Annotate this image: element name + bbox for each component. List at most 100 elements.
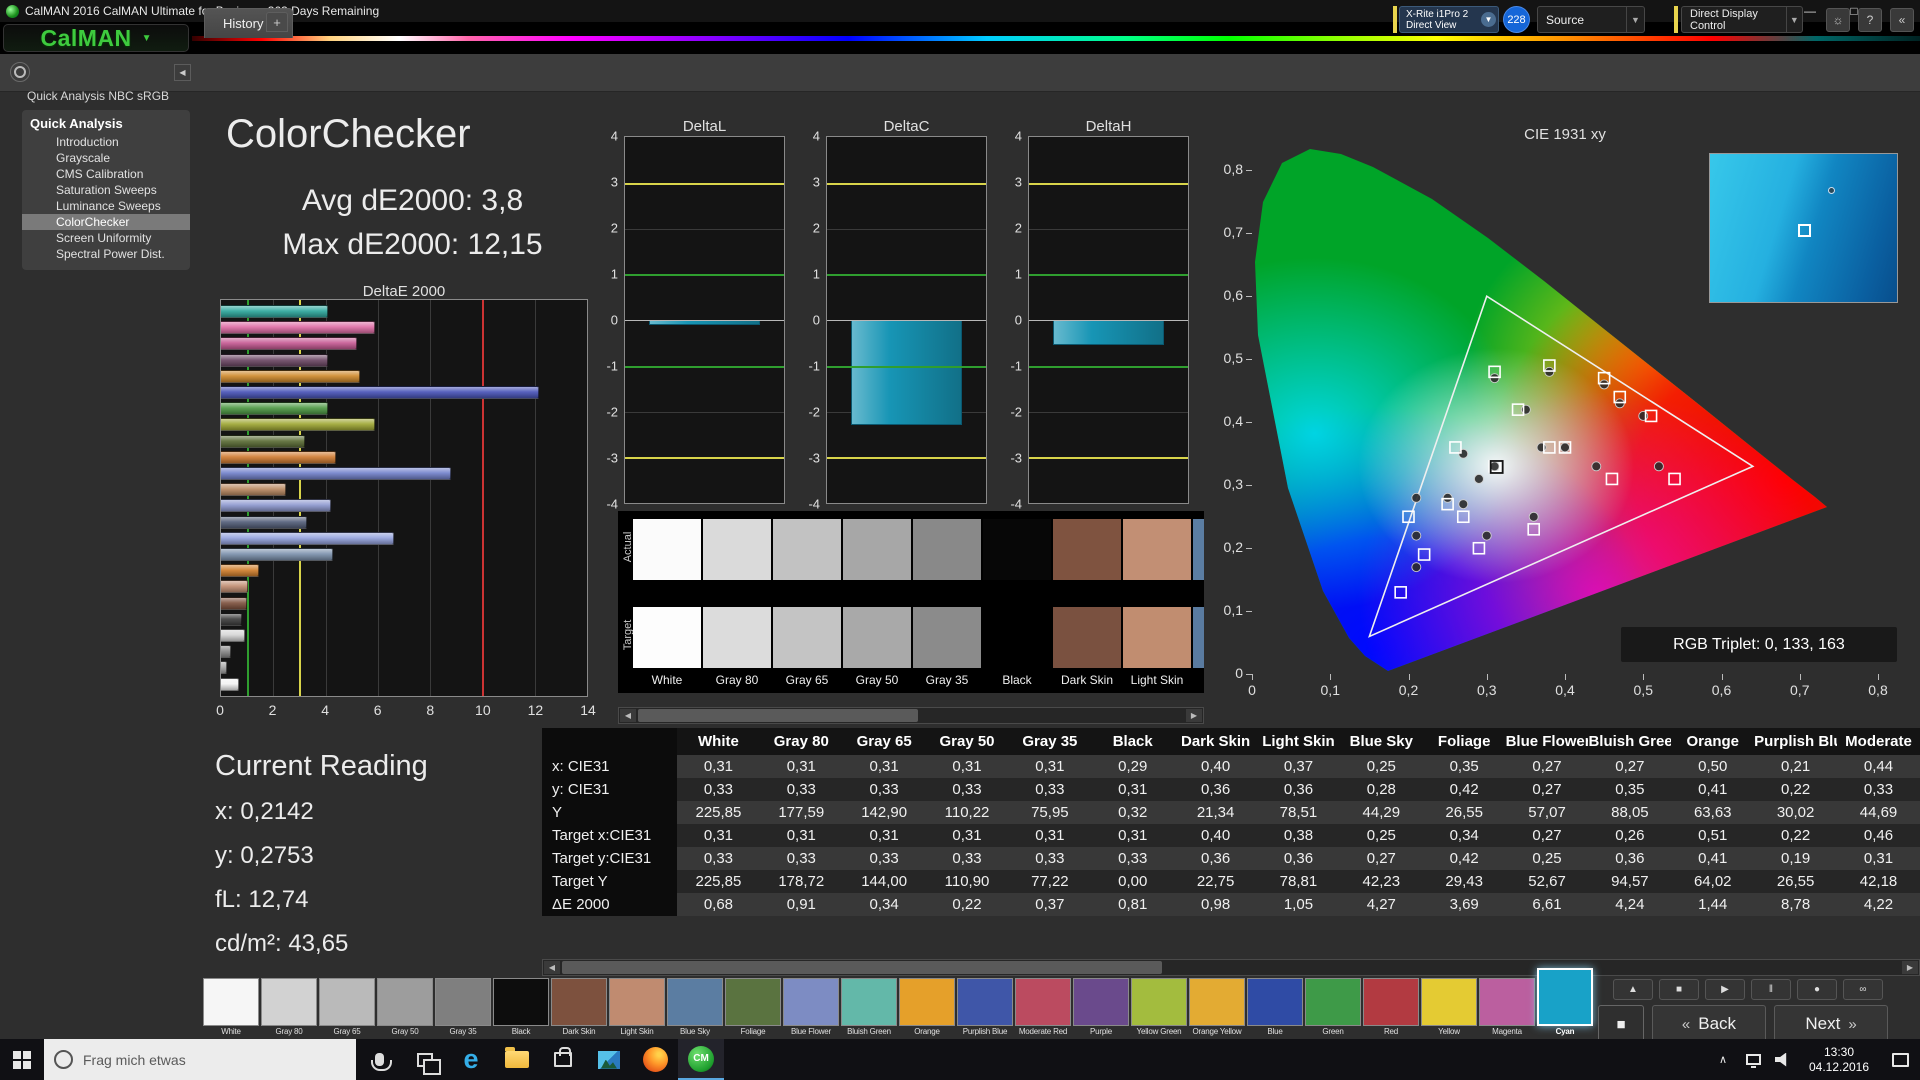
table-cell: 0,21 xyxy=(1754,755,1838,778)
speaker-icon xyxy=(1775,1052,1787,1067)
meter-caret-icon[interactable]: ▼ xyxy=(1481,12,1496,27)
play-button[interactable]: ▶ xyxy=(1705,979,1745,1000)
settings-gear-button[interactable]: ☼ xyxy=(1826,8,1850,32)
palette-purple[interactable]: Purple xyxy=(1073,978,1129,1037)
palette-green[interactable]: Green xyxy=(1305,978,1361,1037)
next-button[interactable]: Next » xyxy=(1774,1005,1888,1043)
action-center-button[interactable] xyxy=(1880,1039,1920,1080)
nav-circle-button[interactable] xyxy=(10,62,30,82)
table-cell: 144,00 xyxy=(842,870,926,893)
back-chevron-icon: « xyxy=(1681,1015,1691,1033)
taskbar-search-input[interactable]: Frag mich etwas xyxy=(44,1039,356,1080)
scroll-left-icon[interactable]: ◀ xyxy=(620,709,636,722)
palette-black[interactable]: Black xyxy=(493,978,549,1037)
sidebar-item-introduction[interactable]: Introduction xyxy=(22,134,190,150)
sidebar-collapse-button[interactable]: ◀ xyxy=(174,64,191,81)
start-button[interactable] xyxy=(0,1039,44,1080)
palette-blue[interactable]: Blue xyxy=(1247,978,1303,1037)
palette-light-skin[interactable]: Light Skin xyxy=(609,978,665,1037)
sidebar-item-spectral-power-dist[interactable]: Spectral Power Dist. xyxy=(22,246,190,262)
help-button[interactable]: ? xyxy=(1858,8,1882,32)
sidebar-item-colorchecker[interactable]: ColorChecker xyxy=(22,214,190,230)
pause-button[interactable]: ‖ xyxy=(1751,979,1791,1000)
table-cell: 0,31 xyxy=(677,755,760,778)
measured-point xyxy=(1536,442,1547,453)
taskbar-clock[interactable]: 13:30 04.12.2016 xyxy=(1798,1045,1880,1075)
scrollbar-thumb[interactable] xyxy=(562,961,1162,974)
sidebar-item-luminance-sweeps[interactable]: Luminance Sweeps xyxy=(22,198,190,214)
sidebar-item-grayscale[interactable]: Grayscale xyxy=(22,150,190,166)
swatch-label-blue-sky: Blue Sky xyxy=(1193,673,1204,687)
volume-button[interactable] xyxy=(1768,1039,1798,1080)
table-cell: 77,22 xyxy=(1008,870,1092,893)
palette-white[interactable]: White xyxy=(203,978,259,1037)
task-view-button[interactable] xyxy=(402,1039,448,1080)
palette-swatch xyxy=(841,978,897,1026)
taskbar-firefox[interactable] xyxy=(632,1039,678,1080)
tree-root-quick-analysis[interactable]: Quick Analysis xyxy=(22,114,190,134)
table-cell: 0,36 xyxy=(1257,847,1340,870)
palette-label: Orange xyxy=(914,1027,940,1036)
scrollbar-thumb[interactable] xyxy=(638,709,918,722)
palette-gray-35[interactable]: Gray 35 xyxy=(435,978,491,1037)
taskbar-calman-active[interactable]: CM xyxy=(678,1039,724,1080)
sidebar-item-cms-calibration[interactable]: CMS Calibration xyxy=(22,166,190,182)
swatch-strip-scrollbar[interactable]: ◀ ▶ xyxy=(618,707,1204,724)
microphone-button[interactable] xyxy=(356,1039,402,1080)
measured-point xyxy=(1411,530,1422,541)
add-tab-button[interactable]: + xyxy=(266,12,288,32)
palette-red[interactable]: Red xyxy=(1363,978,1419,1037)
deltac-plot xyxy=(826,136,987,504)
palette-yellow-green[interactable]: Yellow Green xyxy=(1131,978,1187,1037)
eject-button[interactable]: ▲ xyxy=(1613,979,1653,1000)
table-col-gray-65: Gray 65 xyxy=(842,728,926,755)
palette-dark-skin[interactable]: Dark Skin xyxy=(551,978,607,1037)
meter-count-badge[interactable]: 228 xyxy=(1503,6,1530,33)
record-button[interactable]: ● xyxy=(1797,979,1837,1000)
taskbar-edge[interactable]: e xyxy=(448,1039,494,1080)
cie-y-axis: 0 0,1 0,2 0,3 0,4 0,5 0,6 0,7 0,8 xyxy=(1206,140,1252,681)
deltae-bar xyxy=(221,629,245,643)
table-col-purplish-blue: Purplish Blue xyxy=(1754,728,1838,755)
scroll-left-icon[interactable]: ◀ xyxy=(544,961,560,974)
palette-blue-sky[interactable]: Blue Sky xyxy=(667,978,723,1037)
source-dropdown[interactable]: Source ▼ xyxy=(1537,6,1645,33)
target-swatch-row xyxy=(633,607,1204,668)
palette-foliage[interactable]: Foliage xyxy=(725,978,781,1037)
calman-logo-menu[interactable]: CalMAN ▼ xyxy=(3,24,189,52)
table-scrollbar[interactable]: ◀ ▶ xyxy=(542,959,1920,976)
sidebar-item-saturation-sweeps[interactable]: Saturation Sweeps xyxy=(22,182,190,198)
tray-expand-button[interactable]: ∧ xyxy=(1708,1039,1738,1080)
sidebar-item-screen-uniformity[interactable]: Screen Uniformity xyxy=(22,230,190,246)
network-button[interactable] xyxy=(1738,1039,1768,1080)
stop-button[interactable]: ■ xyxy=(1659,979,1699,1000)
panel-collapse-button[interactable]: « xyxy=(1890,8,1914,32)
measured-point xyxy=(1614,398,1625,409)
palette-bluish-green[interactable]: Bluish Green xyxy=(841,978,897,1037)
stop-measure-button[interactable]: ■ xyxy=(1598,1005,1644,1043)
taskbar-photos[interactable] xyxy=(586,1039,632,1080)
table-cell: 1,05 xyxy=(1257,893,1340,916)
palette-magenta[interactable]: Magenta xyxy=(1479,978,1535,1037)
clock-date: 04.12.2016 xyxy=(1808,1059,1870,1074)
loop-button[interactable]: ∞ xyxy=(1843,979,1883,1000)
palette-purplish-blue[interactable]: Purplish Blue xyxy=(957,978,1013,1037)
taskbar-store[interactable] xyxy=(540,1039,586,1080)
palette-swatch xyxy=(1421,978,1477,1026)
display-control-dropdown[interactable]: Direct Display Control ▼ xyxy=(1681,6,1803,33)
scroll-right-icon[interactable]: ▶ xyxy=(1186,709,1202,722)
palette-gray-80[interactable]: Gray 80 xyxy=(261,978,317,1037)
palette-gray-65[interactable]: Gray 65 xyxy=(319,978,375,1037)
palette-orange[interactable]: Orange xyxy=(899,978,955,1037)
palette-gray-50[interactable]: Gray 50 xyxy=(377,978,433,1037)
back-button[interactable]: « Back xyxy=(1652,1005,1766,1043)
page-title: ColorChecker xyxy=(226,112,471,156)
palette-moderate-red[interactable]: Moderate Red xyxy=(1015,978,1071,1037)
palette-yellow[interactable]: Yellow xyxy=(1421,978,1477,1037)
palette-blue-flower[interactable]: Blue Flower xyxy=(783,978,839,1037)
palette-label: Foliage xyxy=(740,1027,766,1036)
palette-orange-yellow[interactable]: Orange Yellow xyxy=(1189,978,1245,1037)
scroll-right-icon[interactable]: ▶ xyxy=(1902,961,1918,974)
taskbar-file-explorer[interactable] xyxy=(494,1039,540,1080)
palette-cyan[interactable]: Cyan xyxy=(1537,968,1593,1037)
